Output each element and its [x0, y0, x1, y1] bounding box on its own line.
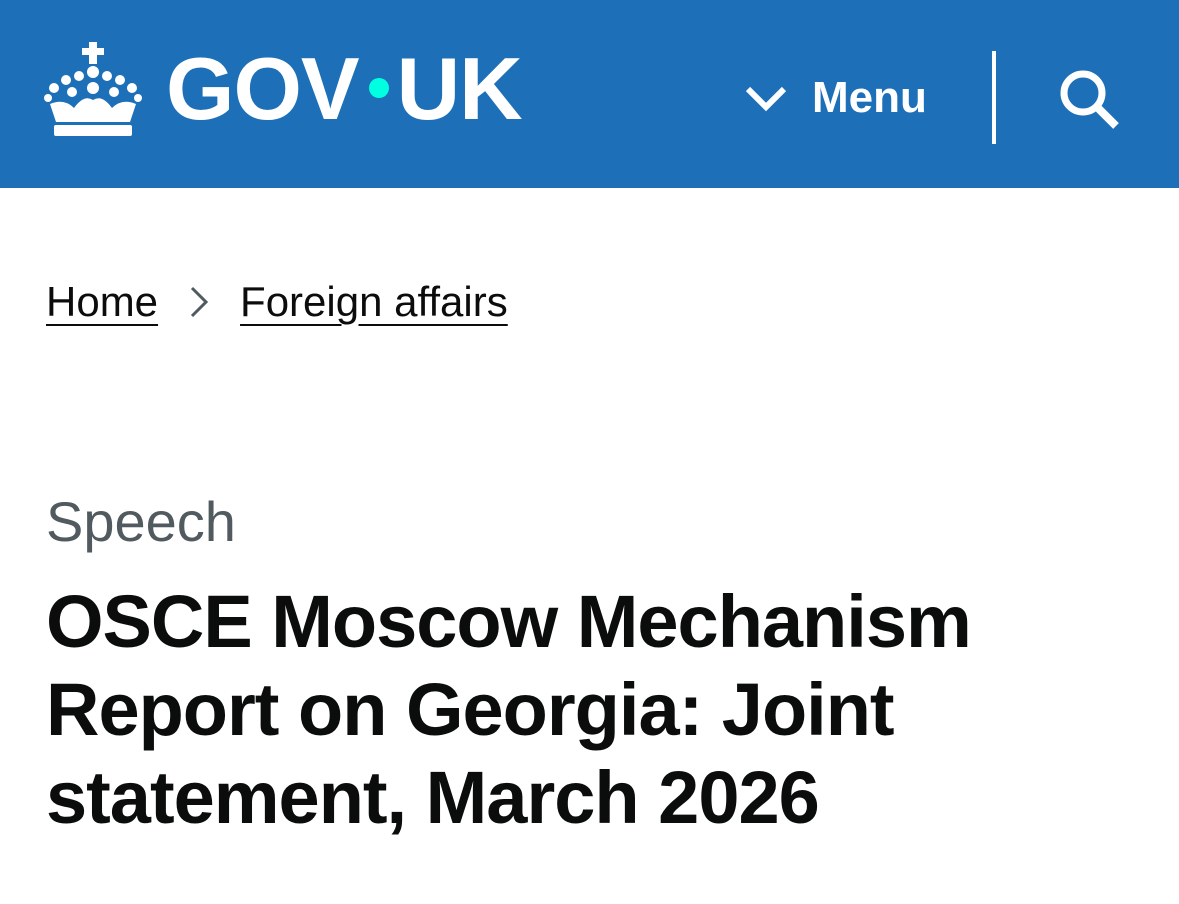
govuk-logo-link[interactable]: GOV UK: [44, 39, 523, 138]
search-icon: [1060, 70, 1119, 129]
page-title: OSCE Moscow Mechanism Report on Georgia:…: [46, 580, 972, 839]
menu-button[interactable]: Menu: [744, 70, 927, 126]
breadcrumb: Home Foreign affairs: [46, 278, 508, 326]
wordmark-dot: [368, 78, 389, 98]
menu-label: Menu: [812, 73, 927, 122]
wordmark-gov: GOV: [166, 39, 360, 138]
crown-icon: [44, 42, 142, 136]
chevron-down-icon: [745, 86, 787, 112]
document-type: Speech: [46, 490, 236, 553]
search-button[interactable]: [1058, 68, 1122, 132]
breadcrumb-foreign-affairs-link[interactable]: Foreign affairs: [240, 278, 508, 326]
breadcrumb-home-link[interactable]: Home: [46, 278, 158, 326]
site-header: GOV UK Menu: [0, 0, 1179, 188]
chevron-right-icon: [190, 286, 209, 318]
wordmark-uk: UK: [396, 39, 523, 138]
header-divider: [992, 51, 996, 144]
govuk-wordmark: GOV UK: [166, 39, 523, 138]
